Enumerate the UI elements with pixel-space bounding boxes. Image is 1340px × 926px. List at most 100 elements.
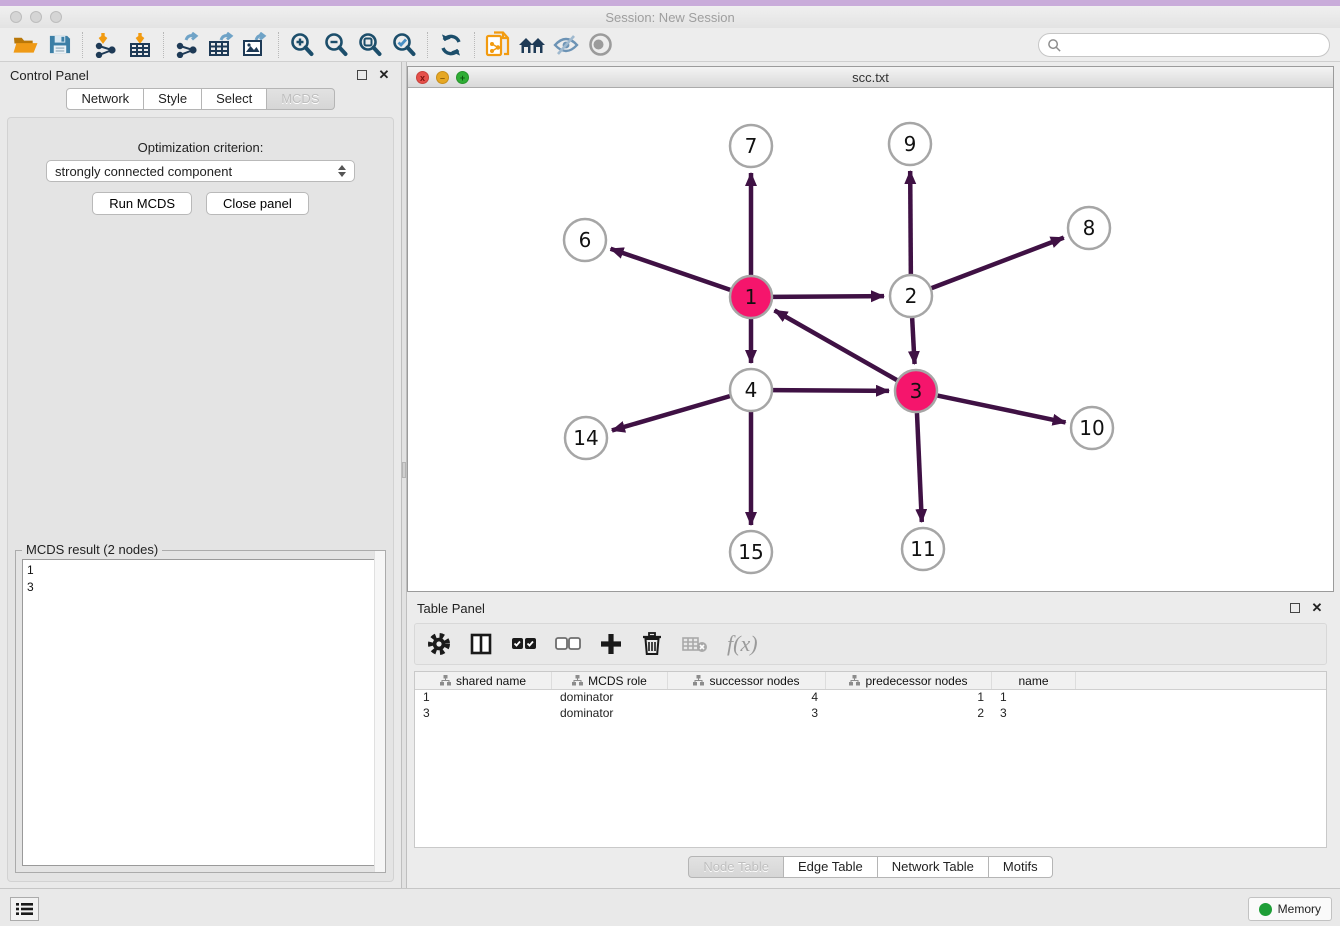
edge-3-1[interactable] bbox=[774, 310, 896, 380]
save-session-icon[interactable] bbox=[42, 30, 76, 60]
cell-predecessor-nodes[interactable]: 1 bbox=[826, 690, 992, 706]
edge-2-8[interactable] bbox=[932, 238, 1064, 289]
network-canvas[interactable]: 7 9 6 8 1 2 4 3 14 10 15 11 bbox=[408, 88, 1333, 591]
node-2[interactable]: 2 bbox=[890, 275, 932, 317]
cell-mcds-role[interactable]: dominator bbox=[552, 706, 668, 722]
node-10[interactable]: 10 bbox=[1071, 407, 1113, 449]
node-6[interactable]: 6 bbox=[564, 219, 606, 261]
zoom-in-icon[interactable] bbox=[285, 30, 319, 60]
node-4[interactable]: 4 bbox=[730, 369, 772, 411]
mcds-result-text[interactable]: 1 3 bbox=[22, 559, 379, 866]
splitter-grip[interactable] bbox=[402, 462, 406, 478]
memory-status-icon bbox=[1259, 903, 1272, 916]
tab-motifs[interactable]: Motifs bbox=[989, 856, 1053, 878]
cell-name[interactable]: 3 bbox=[992, 706, 1076, 722]
tab-network[interactable]: Network bbox=[66, 88, 144, 110]
node-11[interactable]: 11 bbox=[902, 528, 944, 570]
memory-button[interactable]: Memory bbox=[1248, 897, 1332, 921]
edge-1-2[interactable] bbox=[773, 296, 884, 297]
open-file-icon[interactable] bbox=[8, 30, 42, 60]
refresh-layout-icon[interactable] bbox=[434, 30, 468, 60]
cell-name[interactable]: 1 bbox=[992, 690, 1076, 706]
optimization-criterion-label: Optimization criterion: bbox=[8, 140, 393, 155]
node-7[interactable]: 7 bbox=[730, 125, 772, 167]
float-panel-icon[interactable] bbox=[355, 68, 369, 82]
column-header-predecessor-nodes[interactable]: predecessor nodes bbox=[826, 672, 992, 689]
search-input[interactable] bbox=[1062, 38, 1321, 52]
svg-text:6: 6 bbox=[579, 228, 592, 252]
delete-icon[interactable] bbox=[641, 629, 663, 659]
tab-node-table[interactable]: Node Table bbox=[688, 856, 784, 878]
list-icon bbox=[16, 902, 33, 916]
close-panel-icon[interactable]: ✕ bbox=[377, 68, 391, 82]
tab-style[interactable]: Style bbox=[144, 88, 202, 110]
application-window: Session: New Session bbox=[0, 0, 1340, 926]
tab-mcds[interactable]: MCDS bbox=[267, 88, 334, 110]
edge-2-3[interactable] bbox=[912, 318, 914, 364]
tab-edge-table[interactable]: Edge Table bbox=[784, 856, 878, 878]
gear-icon[interactable] bbox=[427, 629, 451, 659]
zoom-selected-icon[interactable] bbox=[387, 30, 421, 60]
hide-selected-icon[interactable] bbox=[549, 30, 583, 60]
deselect-all-icon[interactable] bbox=[555, 629, 581, 659]
close-table-panel-icon[interactable]: ✕ bbox=[1310, 601, 1324, 615]
node-9[interactable]: 9 bbox=[889, 123, 931, 165]
first-neighbors-icon[interactable] bbox=[515, 30, 549, 60]
column-header-shared-name[interactable]: shared name bbox=[415, 672, 552, 689]
svg-text:8: 8 bbox=[1083, 216, 1096, 240]
edge-1-6[interactable] bbox=[611, 249, 731, 290]
criterion-value: strongly connected component bbox=[55, 164, 338, 179]
zoom-fit-icon[interactable] bbox=[353, 30, 387, 60]
table-header-row: shared name MCDS role successor nodes pr… bbox=[415, 672, 1326, 690]
import-network-icon[interactable] bbox=[89, 30, 123, 60]
control-panel-title: Control Panel bbox=[10, 68, 347, 83]
task-history-button[interactable] bbox=[10, 897, 39, 921]
search-field[interactable] bbox=[1038, 33, 1330, 57]
columns-icon[interactable] bbox=[469, 629, 493, 659]
node-3[interactable]: 3 bbox=[895, 370, 937, 412]
float-table-panel-icon[interactable] bbox=[1288, 601, 1302, 615]
node-14[interactable]: 14 bbox=[565, 417, 607, 459]
column-header-mcds-role[interactable]: MCDS role bbox=[552, 672, 668, 689]
tab-select[interactable]: Select bbox=[202, 88, 267, 110]
zoom-out-icon[interactable] bbox=[319, 30, 353, 60]
edge-3-11[interactable] bbox=[917, 413, 922, 522]
new-network-from-selection-icon[interactable] bbox=[481, 30, 515, 60]
import-table-icon[interactable] bbox=[123, 30, 157, 60]
svg-text:14: 14 bbox=[573, 426, 598, 450]
network-window-titlebar[interactable]: x – + scc.txt bbox=[408, 67, 1333, 88]
toolbar-separator bbox=[474, 32, 475, 58]
svg-text:11: 11 bbox=[910, 537, 935, 561]
edge-4-14[interactable] bbox=[612, 396, 730, 430]
criterion-dropdown[interactable]: strongly connected component bbox=[46, 160, 355, 182]
cell-shared-name[interactable]: 3 bbox=[415, 706, 552, 722]
column-header-name[interactable]: name bbox=[992, 672, 1076, 689]
cell-successor-nodes[interactable]: 4 bbox=[668, 690, 826, 706]
export-table-icon[interactable] bbox=[204, 30, 238, 60]
cell-mcds-role[interactable]: dominator bbox=[552, 690, 668, 706]
table-row[interactable]: 3 dominator 3 2 3 bbox=[415, 706, 1326, 722]
column-header-successor-nodes[interactable]: successor nodes bbox=[668, 672, 826, 689]
run-mcds-button[interactable]: Run MCDS bbox=[92, 192, 192, 215]
cell-successor-nodes[interactable]: 3 bbox=[668, 706, 826, 722]
edge-2-9[interactable] bbox=[910, 171, 911, 274]
node-table[interactable]: shared name MCDS role successor nodes pr… bbox=[414, 671, 1327, 848]
tab-network-table[interactable]: Network Table bbox=[878, 856, 989, 878]
node-1[interactable]: 1 bbox=[730, 276, 772, 318]
status-bar: Memory bbox=[0, 888, 1340, 926]
node-15[interactable]: 15 bbox=[730, 531, 772, 573]
export-image-icon[interactable] bbox=[238, 30, 272, 60]
add-column-icon[interactable] bbox=[599, 629, 623, 659]
main-toolbar bbox=[0, 28, 1340, 62]
cell-shared-name[interactable]: 1 bbox=[415, 690, 552, 706]
select-all-icon[interactable] bbox=[511, 629, 537, 659]
node-8[interactable]: 8 bbox=[1068, 207, 1110, 249]
show-all-icon[interactable] bbox=[583, 30, 617, 60]
export-network-icon[interactable] bbox=[170, 30, 204, 60]
close-panel-button[interactable]: Close panel bbox=[206, 192, 309, 215]
cell-predecessor-nodes[interactable]: 2 bbox=[826, 706, 992, 722]
table-row[interactable]: 1 dominator 4 1 1 bbox=[415, 690, 1326, 706]
edge-4-3[interactable] bbox=[773, 390, 889, 391]
edge-3-10[interactable] bbox=[938, 396, 1066, 423]
result-scrollbar[interactable] bbox=[374, 551, 385, 872]
